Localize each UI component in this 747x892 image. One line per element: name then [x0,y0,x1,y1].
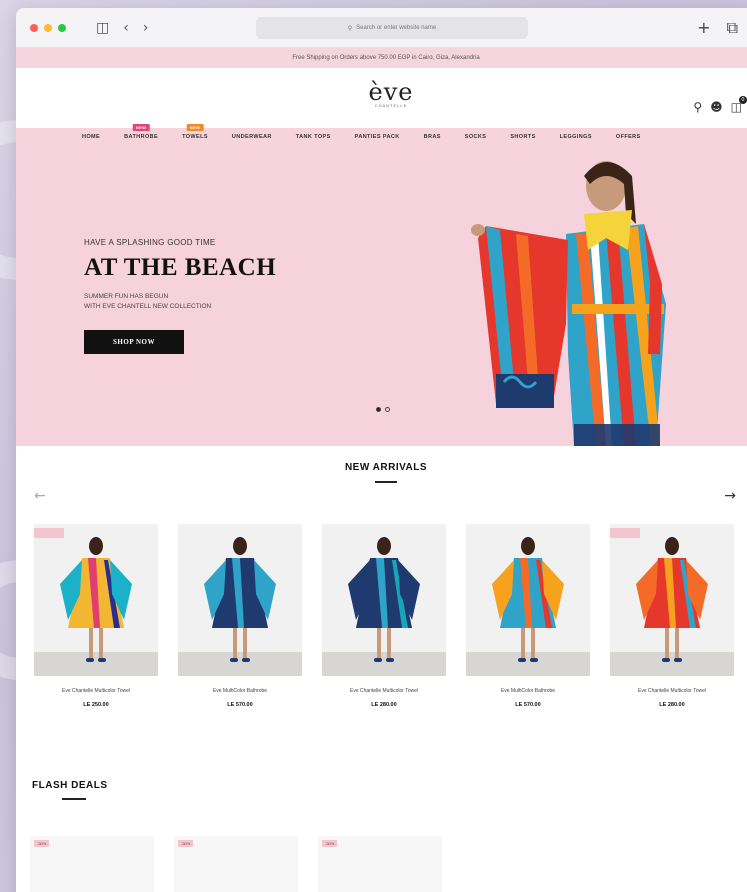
hero-banner: HAVE A SPLASHING GOOD TIME AT THE BEACH … [16,146,747,446]
product-card[interactable]: Eve MultiColor Bathrobe LE 570.00 [178,524,302,708]
product-price: LE 570.00 [227,702,253,708]
hero-title: AT THE BEACH [84,254,277,281]
flash-deal-card[interactable]: -30% [174,836,298,892]
logo-subtitle: CHANTELLE [374,103,408,108]
product-card[interactable]: Eve Chantelle Multicolor Towel LE 280.00 [610,524,734,708]
forward-arrow-icon[interactable]: › [143,20,149,36]
product-name[interactable]: Eve Chantelle Multicolor Towel [610,688,734,694]
shop-now-button[interactable]: SHOP NOW [84,330,184,354]
product-image[interactable] [466,524,590,676]
site-header: ève CHANTELLE ⚲ ☻ ◫ 0 [16,68,747,128]
main-nav: HOME BATHROBE NEW TOWELS NEW UNDERWEAR TANK TO… [16,124,747,146]
nav-item-socks[interactable]: SOCKS [465,134,487,140]
new-tab-icon[interactable]: + [697,18,710,38]
nav-item-towels[interactable]: TOWELS NEW [182,124,208,140]
back-arrow-icon[interactable]: ‹ [123,20,129,36]
cart-count: 0 [739,96,747,104]
carousel-dot-2[interactable] [385,407,390,412]
new-arrivals-header: NEW ARRIVALS [16,462,747,483]
nav-new-badge: NEW [132,124,150,131]
hero-model-image [471,161,666,446]
flash-deals-title: FLASH DEALS [32,780,108,791]
brand-logo[interactable]: ève CHANTELLE [356,78,426,108]
nav-item-label: OFFERS [615,134,641,140]
nav-item-label: BATHROBE [124,134,159,140]
product-name[interactable]: Eve Chantelle Multicolor Towel [34,688,158,694]
discount-badge: -30% [322,840,338,847]
browser-toolbar: ◫ ‹ › ⚲ Search or enter website name + ⧉ [16,8,747,48]
flash-deals-row: -30% -30% -30% [30,836,442,892]
sale-badge [34,528,64,538]
hero-subtitle: SUMMER FUN HAS BEGUN WITH EVE CHANTELL N… [84,292,284,312]
minimize-window-button[interactable] [44,23,52,32]
product-card[interactable]: Eve Chantelle Multicolor Towel LE 250.00 [34,524,158,708]
nav-item-label: SHORTS [510,134,536,140]
nav-item-label: BRAS [423,134,441,140]
carousel-dots [376,407,390,412]
nav-item-tank-tops[interactable]: TANK TOPS [296,134,331,140]
flash-deal-card[interactable]: -30% [318,836,442,892]
flash-deal-card[interactable]: -30% [30,836,154,892]
product-image[interactable] [178,524,302,676]
promo-text: Free Shipping on Orders above 750.00 EGP… [292,55,480,61]
product-price: LE 570.00 [515,702,541,708]
cart-icon[interactable]: ◫ 0 [731,96,747,114]
carousel-dot-1[interactable] [376,407,381,412]
product-card[interactable]: Eve MultiColor Bathrobe LE 570.00 [466,524,590,708]
hero-subtitle-line: SUMMER FUN HAS BEGUN [84,293,169,300]
product-price: LE 250.00 [83,702,109,708]
nav-item-home[interactable]: HOME [82,134,100,140]
tab-overview-icon[interactable]: ⧉ [727,18,738,38]
section-underline [62,798,86,800]
nav-item-label: TANK TOPS [295,134,331,140]
product-name[interactable]: Eve Chantelle Multicolor Towel [322,688,446,694]
arrow-left-icon[interactable]: ← [34,488,46,504]
nav-item-panties-pack[interactable]: PANTIES PACK [355,134,400,140]
hero-subtitle-line: WITH EVE CHANTELL NEW COLLECTION [84,303,212,310]
discount-badge: -30% [34,840,50,847]
search-icon: ⚲ [347,25,353,32]
sale-badge [610,528,640,538]
sidebar-toggle-icon[interactable]: ◫ [96,20,109,36]
arrow-right-icon[interactable]: → [724,488,736,504]
nav-item-label: TOWELS [182,134,208,140]
section-underline [375,481,397,483]
nav-item-shorts[interactable]: SHORTS [510,134,535,140]
product-price: LE 280.00 [659,702,685,708]
nav-item-bras[interactable]: BRAS [424,134,441,140]
address-bar[interactable]: ⚲ Search or enter website name [256,17,528,39]
product-card[interactable]: Eve Chantelle Multicolor Towel LE 280.00 [322,524,446,708]
nav-item-label: UNDERWEAR [231,134,272,140]
nav-item-underwear[interactable]: UNDERWEAR [232,134,272,140]
nav-item-label: SOCKS [464,134,487,140]
product-image[interactable] [322,524,446,676]
nav-item-bathrobe[interactable]: BATHROBE NEW [124,124,159,140]
product-name[interactable]: Eve MultiColor Bathrobe [466,688,590,694]
new-arrivals-carousel: Eve Chantelle Multicolor Towel LE 250.00 E… [34,524,734,708]
product-image[interactable] [34,524,158,676]
product-price: LE 280.00 [371,702,397,708]
logo-wordmark: ève [368,78,414,106]
account-icon[interactable]: ☻ [710,100,723,114]
address-placeholder: Search or enter website name [356,25,437,31]
nav-item-label: PANTIES PACK [354,134,400,140]
maximize-window-button[interactable] [58,23,66,32]
product-name[interactable]: Eve MultiColor Bathrobe [178,688,302,694]
close-window-button[interactable] [30,23,38,32]
nav-item-leggings[interactable]: LEGGINGS [560,134,592,140]
nav-item-label: LEGGINGS [559,134,592,140]
nav-item-offers[interactable]: OFFERS [616,134,641,140]
nav-new-badge: NEW [186,124,204,131]
browser-window: ◫ ‹ › ⚲ Search or enter website name + ⧉… [16,8,747,892]
search-icon[interactable]: ⚲ [693,100,702,114]
promo-bar: Free Shipping on Orders above 750.00 EGP… [16,48,747,68]
hero-kicker: HAVE A SPLASHING GOOD TIME [84,238,216,247]
discount-badge: -30% [178,840,194,847]
nav-item-label: HOME [82,134,101,140]
new-arrivals-title: NEW ARRIVALS [344,462,428,473]
product-image[interactable] [610,524,734,676]
